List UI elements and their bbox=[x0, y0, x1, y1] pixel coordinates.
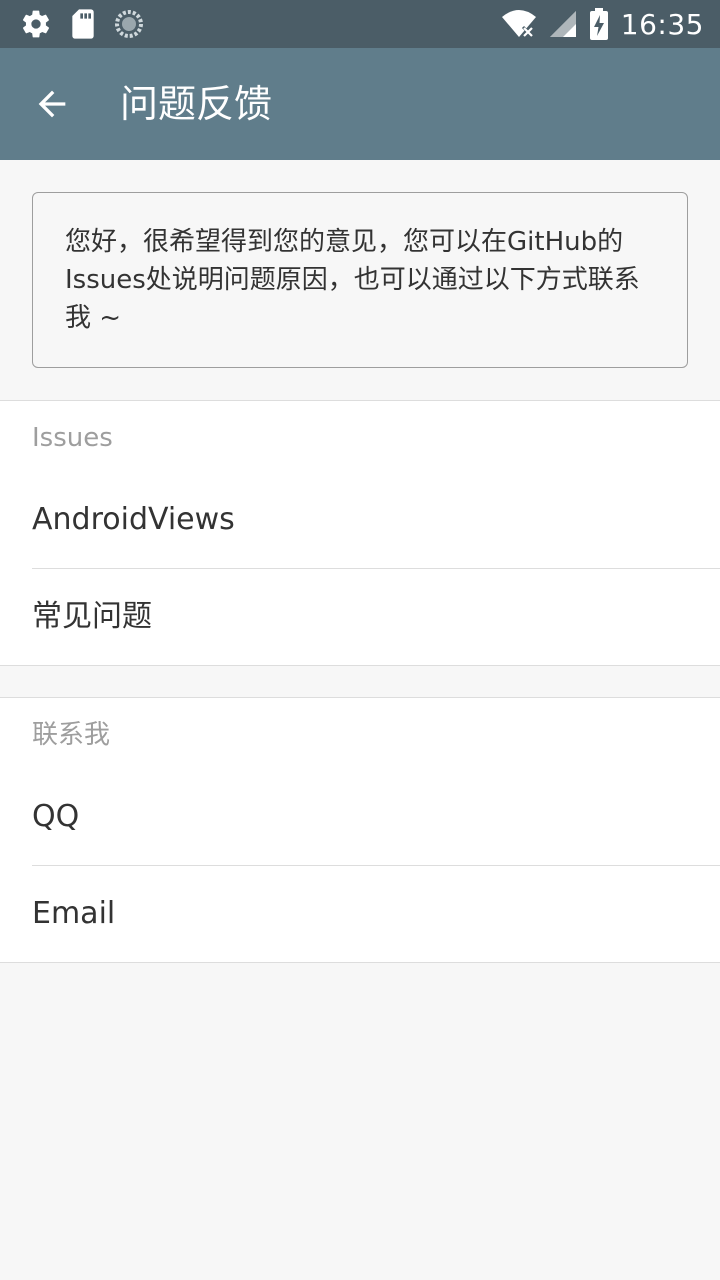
section-header-contact: 联系我 bbox=[32, 720, 111, 750]
app-bar: 问题反馈 bbox=[0, 48, 720, 160]
status-time: 16:35 bbox=[620, 7, 704, 41]
list-item-androidviews[interactable]: AndroidViews bbox=[0, 472, 720, 568]
list-item-qq[interactable]: QQ bbox=[0, 769, 720, 865]
arrow-left-icon bbox=[32, 84, 72, 124]
section-header-issues: Issues bbox=[32, 423, 113, 453]
list-item-faq[interactable]: 常见问题 bbox=[0, 569, 720, 665]
status-left-icons bbox=[20, 8, 144, 40]
list-item-email[interactable]: Email bbox=[0, 866, 720, 962]
battery-charging-icon bbox=[589, 8, 609, 40]
section-contact: 联系我 QQ Email bbox=[0, 697, 720, 963]
status-bar: 16:35 bbox=[0, 0, 720, 48]
back-button[interactable] bbox=[24, 76, 80, 132]
intro-message-card: 您好，很希望得到您的意见，您可以在GitHub的Issues处说明问题原因，也可… bbox=[32, 192, 688, 368]
status-right-icons: 16:35 bbox=[501, 0, 704, 48]
list-item-label: AndroidViews bbox=[32, 502, 235, 537]
wifi-off-icon bbox=[501, 9, 537, 39]
sd-card-icon bbox=[68, 8, 98, 40]
gear-icon bbox=[20, 8, 52, 40]
list-item-label: 常见问题 bbox=[32, 599, 152, 634]
list-item-label: QQ bbox=[32, 799, 80, 834]
page-title: 问题反馈 bbox=[120, 82, 273, 126]
list-item-label: Email bbox=[32, 896, 116, 931]
sync-spinner-icon bbox=[114, 9, 144, 39]
intro-message-text: 您好，很希望得到您的意见，您可以在GitHub的Issues处说明问题原因，也可… bbox=[65, 227, 640, 333]
signal-icon bbox=[549, 10, 577, 38]
section-issues: Issues AndroidViews 常见问题 bbox=[0, 400, 720, 666]
